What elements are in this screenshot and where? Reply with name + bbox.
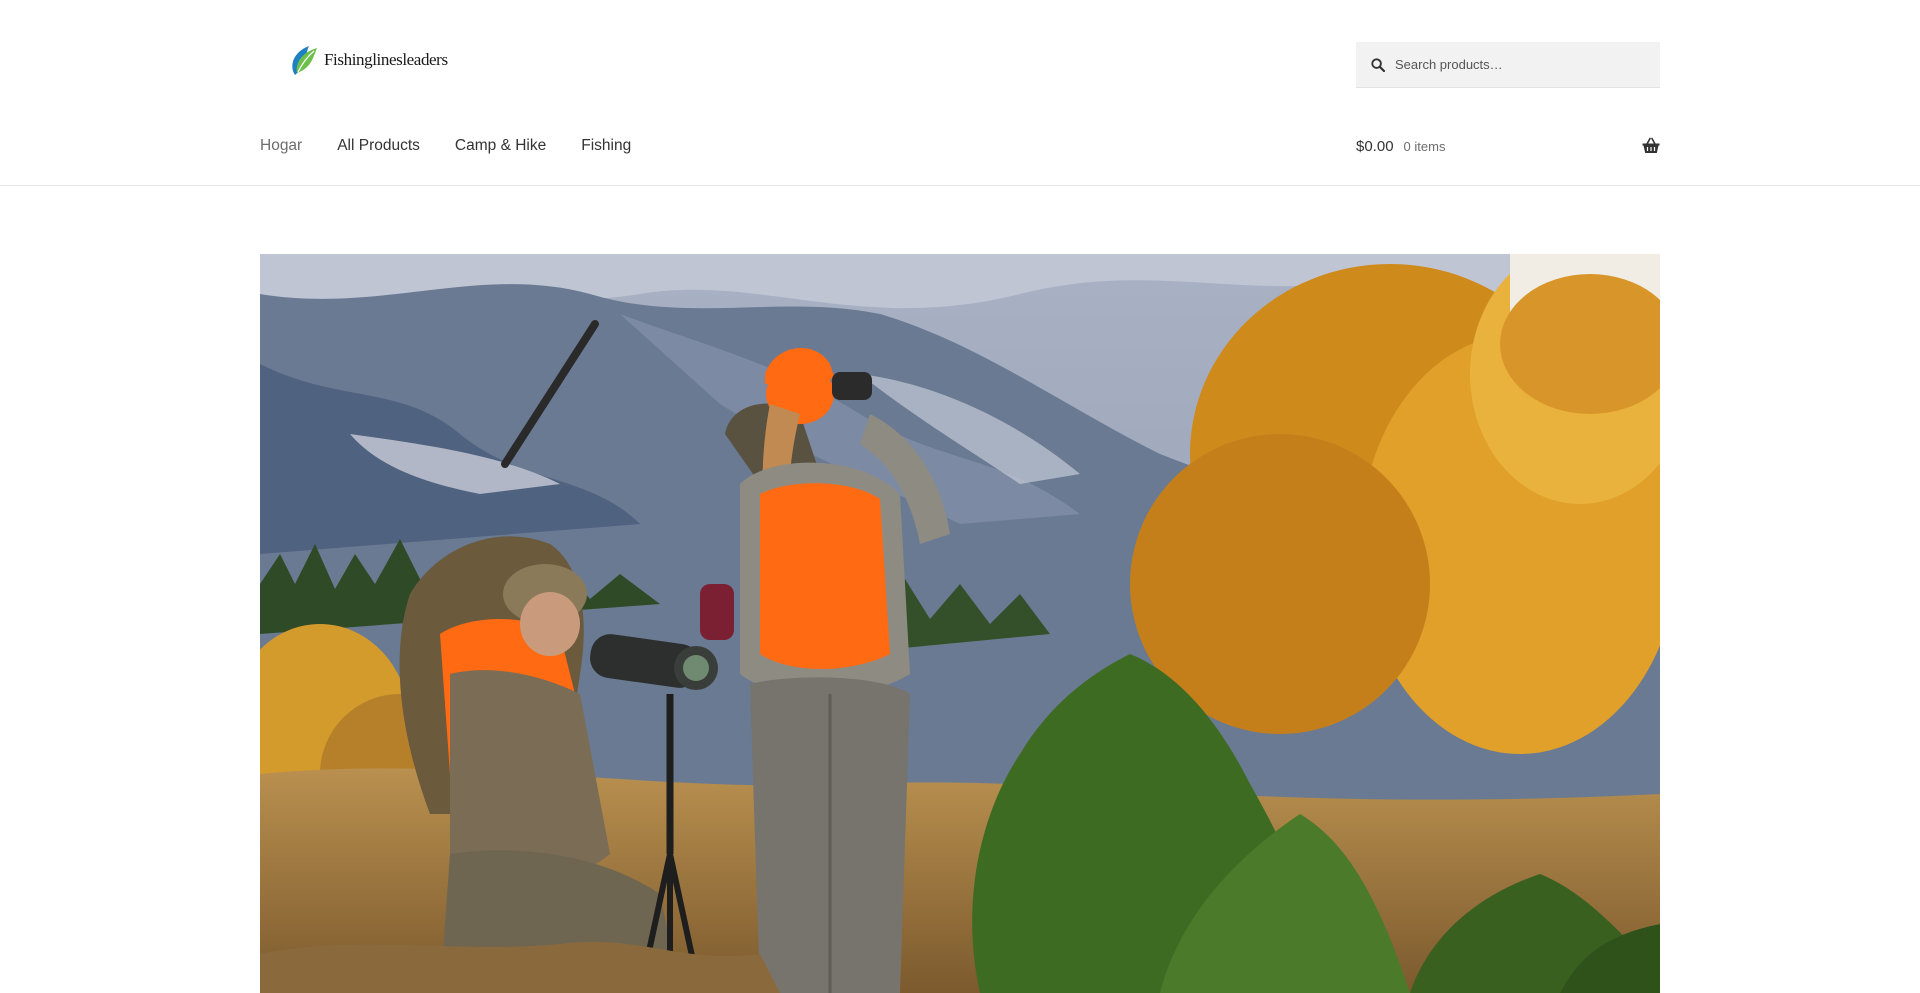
nav-item-hogar[interactable]: Hogar — [260, 137, 302, 155]
site-logo[interactable]: Fishinglinesleaders — [287, 42, 457, 78]
basket-icon — [1642, 137, 1660, 153]
site-header: Fishinglinesleaders Hogar All Products C… — [0, 0, 1920, 186]
logo-text: Fishinglinesleaders — [324, 50, 448, 69]
nav-item-all-products[interactable]: All Products — [337, 137, 420, 155]
product-search[interactable] — [1356, 42, 1660, 88]
primary-navigation: Hogar All Products Camp & Hike Fishing — [260, 134, 666, 158]
hero-image — [260, 254, 1660, 993]
header-cart[interactable]: $0.00 0 items — [1356, 134, 1660, 158]
nav-item-camp-hike[interactable]: Camp & Hike — [455, 137, 546, 155]
search-icon — [1371, 57, 1385, 72]
cart-count: 0 items — [1403, 138, 1446, 154]
hunters-scene-illustration — [260, 254, 1660, 993]
cart-amount: $0.00 — [1356, 137, 1394, 155]
leaf-logo-icon — [292, 46, 317, 75]
search-input[interactable] — [1395, 57, 1645, 72]
nav-item-fishing[interactable]: Fishing — [581, 137, 631, 155]
